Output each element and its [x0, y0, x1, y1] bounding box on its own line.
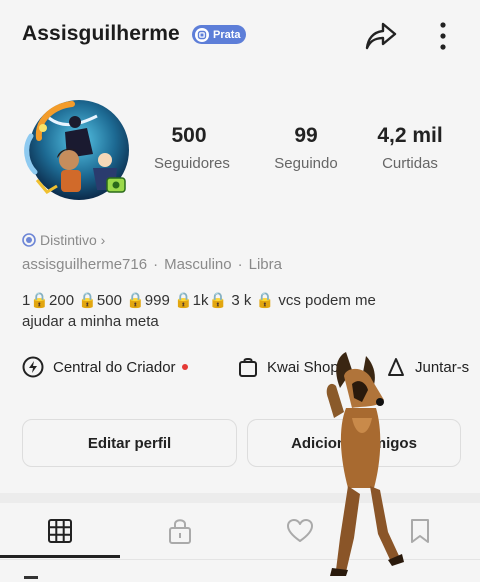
tab-posts[interactable]: [0, 503, 120, 559]
followers-label: Seguidores: [154, 155, 230, 172]
tabs-bottom-border: [0, 559, 480, 560]
profile-avatar[interactable]: [17, 98, 133, 204]
stat-followers[interactable]: 500 Seguidores: [154, 122, 230, 172]
edit-profile-label: Editar perfil: [87, 434, 172, 452]
grid-icon: [48, 519, 72, 543]
profile-handle: assisguilherme716: [22, 256, 148, 273]
share-arrow-icon: [365, 22, 397, 50]
edit-profile-button[interactable]: Editar perfil: [22, 419, 237, 467]
content-tabs: [0, 503, 480, 559]
top-bar: Assisguilherme Prata: [0, 0, 480, 72]
profile-sign: Libra: [248, 256, 282, 273]
share-button[interactable]: [362, 19, 400, 53]
following-count: 99: [294, 124, 318, 147]
profile-stats: 500 Seguidores 99 Seguindo 4,2 mil Curti…: [140, 122, 470, 182]
profile-gender: Masculino: [164, 256, 232, 273]
active-tab-indicator: [0, 555, 120, 558]
stat-likes[interactable]: 4,2 mil Curtidas: [370, 122, 450, 172]
badge-label: Prata: [213, 28, 241, 41]
content-edge-mark: [24, 576, 38, 579]
profile-meta: assisguilherme716 · Masculino · Libra: [22, 256, 282, 273]
followers-count: 500: [171, 124, 207, 147]
meta-separator: ·: [237, 256, 243, 273]
distintivo-link[interactable]: Distintivo ›: [22, 230, 105, 250]
section-divider: [0, 493, 480, 503]
profile-username: Assisguilherme: [22, 22, 180, 45]
more-vertical-icon: [440, 22, 446, 50]
lock-icon: [169, 519, 191, 544]
dog-sticker-overlay: [322, 348, 404, 578]
tab-private[interactable]: [120, 503, 240, 559]
level-badge[interactable]: Prata: [192, 25, 246, 44]
creator-center-label: Central do Criador: [53, 358, 176, 376]
likes-count: 4,2 mil: [377, 124, 443, 147]
creator-center-button[interactable]: Central do Criador: [22, 356, 188, 378]
bio-line-2: ajudar a minha meta: [22, 313, 159, 330]
following-label: Seguindo: [274, 155, 338, 172]
distintivo-label: Distintivo ›: [40, 232, 106, 248]
bio-line-1: 1🔒200 🔒500 🔒999 🔒1k🔒 3 k 🔒 vcs podem me: [22, 292, 376, 309]
badge-gem-icon: [195, 27, 209, 42]
lightning-circle-icon: [22, 356, 44, 378]
creator-actions-row: Central do Criador Kwai Shop Juntar-s: [0, 352, 480, 386]
distintivo-icon: [22, 233, 36, 247]
profile-bio: 1🔒200 🔒500 🔒999 🔒1k🔒 3 k 🔒 vcs podem me …: [22, 290, 442, 332]
meta-separator: ·: [153, 256, 159, 273]
more-options-button[interactable]: [428, 18, 458, 54]
notification-dot: [181, 364, 188, 370]
join-label: Juntar-s: [415, 358, 470, 376]
bookmark-icon: [411, 519, 429, 543]
heart-icon: [287, 519, 313, 542]
likes-label: Curtidas: [382, 155, 438, 172]
shopping-bag-icon: [239, 358, 257, 377]
stat-following[interactable]: 99 Seguindo: [266, 122, 346, 172]
